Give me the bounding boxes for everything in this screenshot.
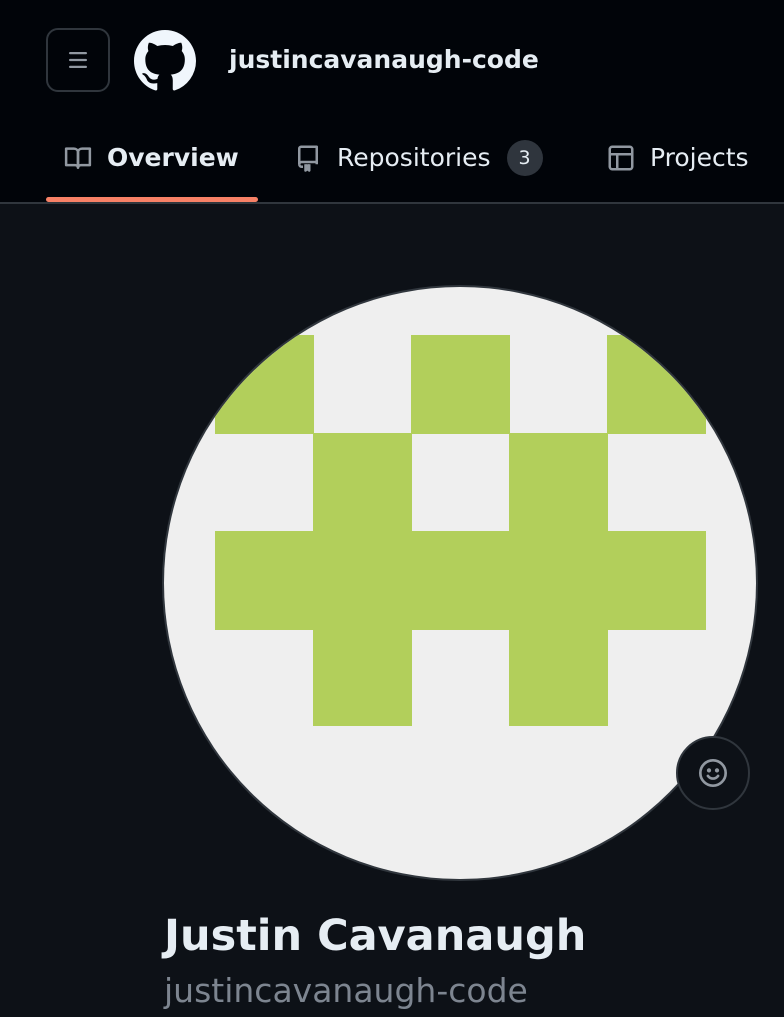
repositories-count-badge: 3	[506, 140, 543, 176]
tab-repositories[interactable]: Repositories 3	[293, 138, 543, 178]
context-owner-link[interactable]: justincavanaugh-code	[229, 44, 539, 76]
profile-full-name: Justin Cavanaugh	[164, 911, 587, 961]
profile-username: justincavanaugh-code	[164, 971, 528, 1010]
tab-projects[interactable]: Projects	[606, 138, 749, 178]
profile-page: justincavanaugh-code Overview Repositori…	[0, 0, 784, 1017]
github-mark-icon	[134, 30, 196, 91]
profile-tab-nav: Overview Repositories 3 Projects	[0, 112, 784, 204]
active-tab-underline	[46, 197, 258, 202]
avatar[interactable]	[164, 287, 756, 879]
set-status-button[interactable]	[676, 736, 750, 810]
nav-divider	[0, 202, 784, 204]
tab-overview-label: Overview	[107, 143, 239, 172]
smiley-icon	[699, 759, 727, 787]
tab-projects-label: Projects	[650, 143, 749, 172]
three-bars-icon	[69, 52, 87, 68]
header-top-bar: justincavanaugh-code	[0, 0, 784, 112]
tab-overview[interactable]: Overview	[63, 138, 239, 178]
book-icon	[64, 147, 92, 169]
tab-repositories-label: Repositories	[337, 143, 491, 172]
identicon-avatar-image	[215, 335, 706, 726]
github-home-link[interactable]	[134, 30, 196, 92]
repo-icon	[298, 145, 318, 172]
table-icon	[608, 145, 634, 171]
open-global-navigation-button[interactable]	[46, 28, 110, 92]
